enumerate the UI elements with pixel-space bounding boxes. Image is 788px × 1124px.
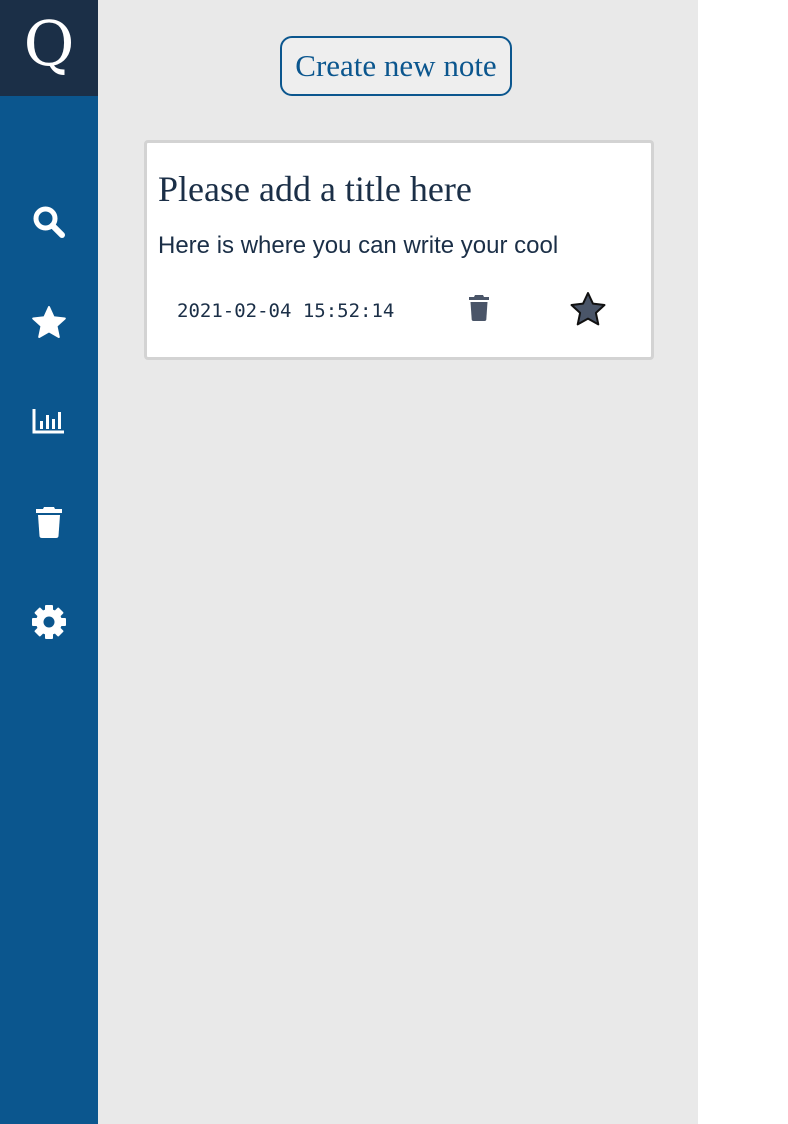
note-timestamp: 2021-02-04 15:52:14 bbox=[177, 300, 395, 322]
sidebar-item-favorites[interactable] bbox=[0, 298, 98, 348]
main-panel: Create new note Please add a title here … bbox=[98, 0, 698, 1124]
star-icon bbox=[32, 306, 66, 338]
note-title: Please add a title here bbox=[158, 169, 472, 209]
sidebar-item-settings[interactable] bbox=[0, 597, 98, 647]
note-body: Here is where you can write your cool bbox=[158, 232, 559, 259]
trash-icon[interactable] bbox=[468, 294, 490, 322]
sidebar: Q bbox=[0, 0, 98, 1124]
chart-icon bbox=[32, 409, 64, 434]
sidebar-item-stats[interactable] bbox=[0, 396, 98, 446]
create-note-button[interactable]: Create new note bbox=[280, 36, 512, 96]
app-logo[interactable]: Q bbox=[0, 0, 98, 96]
sidebar-item-search[interactable] bbox=[0, 197, 98, 247]
logo-text: Q bbox=[23, 7, 75, 80]
sidebar-item-trash[interactable] bbox=[0, 497, 98, 547]
star-icon[interactable] bbox=[569, 291, 607, 327]
gear-icon bbox=[32, 605, 66, 639]
note-card[interactable]: Please add a title here Here is where yo… bbox=[144, 140, 654, 360]
search-icon bbox=[33, 206, 65, 238]
trash-icon bbox=[36, 507, 62, 538]
